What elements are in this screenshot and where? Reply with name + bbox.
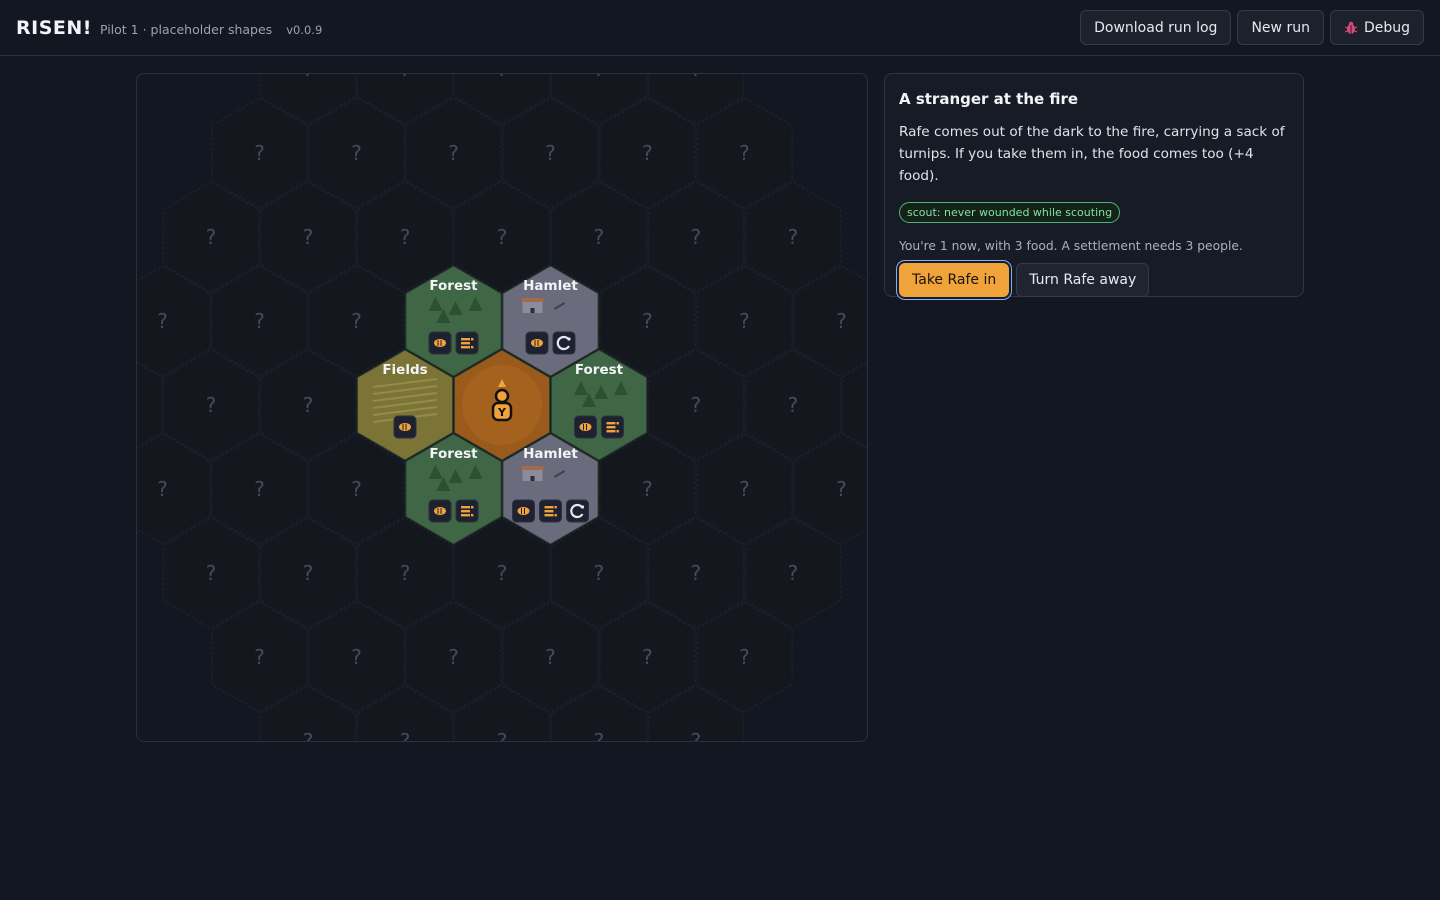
food-icon <box>393 415 417 439</box>
unknown-mark: ? <box>351 141 362 165</box>
event-choices: Take Rafe in Turn Rafe away <box>899 263 1289 297</box>
take-in-button[interactable]: Take Rafe in <box>899 263 1010 297</box>
unknown-mark: ? <box>788 561 799 585</box>
unknown-mark: ? <box>642 477 653 501</box>
unknown-mark: ? <box>303 561 314 585</box>
unknown-mark: ? <box>788 225 799 249</box>
unknown-mark: ? <box>691 561 702 585</box>
unknown-mark: ? <box>739 477 750 501</box>
tools-icon <box>565 499 589 523</box>
wood-icon <box>600 415 624 439</box>
wood-icon <box>538 499 562 523</box>
wood-icon <box>455 499 479 523</box>
unknown-mark: ? <box>206 561 217 585</box>
unknown-mark: ? <box>351 645 362 669</box>
unknown-mark: ? <box>739 141 750 165</box>
top-bar: RISEN! Pilot 1 · placeholder shapes v0.0… <box>0 0 1440 56</box>
unknown-mark: ? <box>400 729 411 741</box>
brand: RISEN! Pilot 1 · placeholder shapes v0.0… <box>16 17 322 39</box>
settlement-status: You're 1 now, with 3 food. A settlement … <box>899 239 1243 253</box>
app-version: v0.0.9 <box>286 22 323 37</box>
turn-away-label: Turn Rafe away <box>1029 272 1137 288</box>
unknown-mark: ? <box>642 645 653 669</box>
unknown-mark: ? <box>303 393 314 417</box>
event-title: A stranger at the fire <box>899 90 1079 108</box>
tile-label: Forest <box>429 278 478 294</box>
unknown-mark: ? <box>303 74 314 81</box>
unknown-mark: ? <box>788 393 799 417</box>
debug-button[interactable]: Debug <box>1329 10 1424 45</box>
unknown-mark: ? <box>739 645 750 669</box>
unknown-mark: ? <box>254 309 265 333</box>
unknown-mark: ? <box>739 309 750 333</box>
unknown-mark: ? <box>497 729 508 741</box>
app-title: RISEN! <box>16 16 92 39</box>
tile-label: Forest <box>575 362 624 378</box>
unknown-mark: ? <box>545 141 556 165</box>
unknown-mark: ? <box>691 74 702 81</box>
trait-badge: scout: never wounded while scouting <box>899 202 1121 223</box>
unknown-mark: ? <box>400 561 411 585</box>
food-icon <box>428 499 452 523</box>
unknown-mark: ? <box>594 225 605 249</box>
unknown-mark: ? <box>642 309 653 333</box>
wood-icon <box>455 331 479 355</box>
unknown-mark: ? <box>206 225 217 249</box>
unknown-mark: ? <box>594 561 605 585</box>
unknown-mark: ? <box>448 645 459 669</box>
tile-label: Fields <box>382 362 427 378</box>
new-run-label: New run <box>1251 19 1310 36</box>
event-description: Rafe comes out of the dark to the fire, … <box>899 124 1285 184</box>
hex-map: ????????????????????????????????????????… <box>137 74 867 741</box>
unknown-mark: ? <box>157 309 168 333</box>
unknown-mark: ? <box>497 225 508 249</box>
unknown-mark: ? <box>400 225 411 249</box>
unknown-mark: ? <box>497 561 508 585</box>
unknown-mark: ? <box>691 393 702 417</box>
food-icon <box>525 331 549 355</box>
unknown-mark: ? <box>836 309 847 333</box>
tile-label: Forest <box>429 446 478 462</box>
unknown-mark: ? <box>497 74 508 81</box>
food-icon <box>511 499 535 523</box>
unknown-mark: ? <box>206 393 217 417</box>
unknown-mark: ? <box>691 225 702 249</box>
map-panel: ????????????????????????????????????????… <box>136 73 868 742</box>
food-icon <box>428 331 452 355</box>
turn-away-button[interactable]: Turn Rafe away <box>1016 263 1150 297</box>
tools-icon <box>552 331 576 355</box>
unknown-mark: ? <box>642 141 653 165</box>
unknown-mark: ? <box>254 141 265 165</box>
unknown-mark: ? <box>691 729 702 741</box>
player-initial: Y <box>497 406 507 419</box>
unknown-mark: ? <box>594 74 605 81</box>
unknown-mark: ? <box>303 729 314 741</box>
debug-label: Debug <box>1363 19 1410 36</box>
player-token[interactable]: Y <box>491 388 513 422</box>
unknown-mark: ? <box>351 309 362 333</box>
app-subtitle: Pilot 1 · placeholder shapes <box>99 21 273 37</box>
unknown-mark: ? <box>254 645 265 669</box>
unknown-mark: ? <box>594 729 605 741</box>
bug-icon <box>1344 21 1358 34</box>
unknown-mark: ? <box>836 477 847 501</box>
take-in-label: Take Rafe in <box>912 272 997 288</box>
unknown-mark: ? <box>254 477 265 501</box>
unknown-mark: ? <box>303 225 314 249</box>
new-run-button[interactable]: New run <box>1237 10 1324 45</box>
event-panel: A stranger at the fire Rafe comes out of… <box>884 73 1304 297</box>
download-run-log-label: Download run log <box>1094 19 1218 36</box>
tile-label: Hamlet <box>523 278 578 294</box>
download-run-log-button[interactable]: Download run log <box>1080 10 1232 45</box>
unknown-mark: ? <box>545 645 556 669</box>
unknown-mark: ? <box>351 477 362 501</box>
unknown-mark: ? <box>157 477 168 501</box>
unknown-mark: ? <box>400 74 411 81</box>
header-actions: Download run log New run Debug <box>1080 10 1424 45</box>
food-icon <box>573 415 597 439</box>
unknown-mark: ? <box>448 141 459 165</box>
tile-label: Hamlet <box>523 446 578 462</box>
